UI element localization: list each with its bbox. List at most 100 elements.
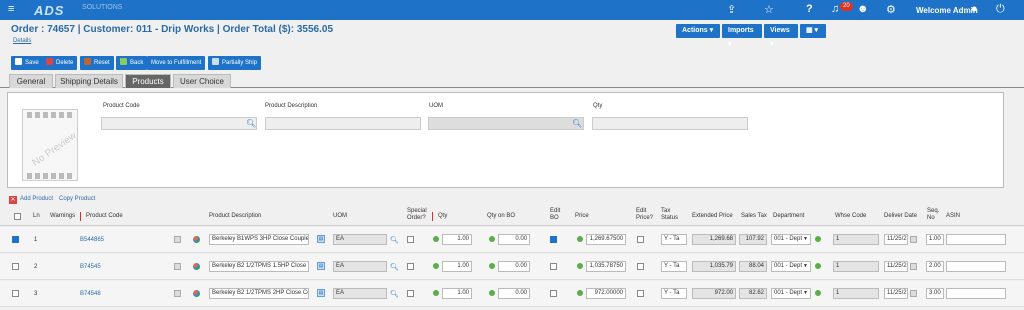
add-product-link[interactable]: Add Product (20, 196, 53, 202)
help-icon[interactable]: ? (806, 3, 813, 15)
asin-input[interactable] (946, 288, 1006, 299)
welcome-text[interactable]: Welcome Admin (916, 6, 978, 15)
product-description-input[interactable]: Berkeley B2 1/2TPMS 1.5HP Close Coup (209, 261, 309, 272)
special-order-checkbox[interactable] (407, 263, 414, 270)
imports-dropdown-button[interactable]: Imports ▾ (722, 24, 762, 48)
table-row[interactable]: 2 B74545 Berkeley B2 1/2TPMS 1.5HP Close… (0, 254, 1024, 280)
deliver-date-input[interactable]: 11/25/2 (884, 234, 908, 245)
price-status-icon (577, 236, 583, 242)
tab-shipping-details[interactable]: Shipping Details (55, 74, 123, 88)
tab-products[interactable]: Products (125, 74, 171, 88)
product-description-input[interactable]: Berkeley B1WPS 3HP Close Coupled P (209, 234, 309, 245)
asin-input[interactable] (946, 261, 1006, 272)
qty-input[interactable]: 1.00 (442, 261, 472, 272)
uom-search-icon[interactable]: 🔍︎ (572, 119, 582, 128)
uom-input[interactable] (428, 117, 584, 130)
product-description-input[interactable] (265, 117, 421, 130)
edit-price-checkbox[interactable] (637, 263, 644, 270)
product-description-input[interactable]: Berkeley B2 1/2TPMS 2HP Close Coup (209, 288, 309, 299)
uom-search-icon[interactable]: 🔍︎ (390, 263, 399, 271)
gear-icon[interactable]: ⚙ (886, 3, 896, 16)
users-icon[interactable]: ☻ (857, 3, 869, 15)
whse-code-field[interactable]: 1 (833, 261, 879, 272)
price-input[interactable]: 1,035.78750 (586, 261, 626, 272)
seq-no-input[interactable]: 3.00 (926, 288, 944, 299)
reset-button[interactable]: Reset (80, 56, 114, 70)
seq-no-input[interactable]: 1.00 (926, 234, 944, 245)
power-icon[interactable]: ⏻ (996, 3, 1005, 16)
qty-input[interactable]: 1.00 (442, 234, 472, 245)
row-ln: 2 (34, 264, 38, 270)
price-input[interactable]: 1,269.67500 (586, 234, 626, 245)
actions-dropdown-button[interactable]: Actions ▾ (676, 24, 720, 38)
product-code-link[interactable]: B74548 (80, 291, 101, 297)
uom-input[interactable]: EA (333, 288, 387, 299)
uom-input[interactable]: EA (333, 261, 387, 272)
tax-status-select[interactable]: Y - Ta▼ (661, 261, 687, 272)
price-input[interactable]: 972.00000 (586, 288, 626, 299)
tax-status-select[interactable]: Y - Ta▼ (661, 234, 687, 245)
table-row[interactable]: 1 B544865 Berkeley B1WPS 3HP Close Coupl… (0, 227, 1024, 253)
views-dropdown-button[interactable]: Views ▾ (764, 24, 798, 48)
tab-user-choice[interactable]: User Choice (173, 74, 231, 88)
qty-on-bo-input[interactable]: 0.00 (498, 261, 530, 272)
partially-ship-button[interactable]: Partially Ship (208, 56, 262, 70)
department-select[interactable]: 001 - Dept ▼ (771, 261, 811, 272)
tab-general[interactable]: General (9, 74, 53, 88)
move-to-fulfillment-button[interactable]: Move to Fulfillment (147, 56, 206, 70)
calendar-icon[interactable] (910, 263, 917, 270)
uom-search-icon[interactable]: 🔍︎ (390, 290, 399, 298)
seq-no-input[interactable]: 2.00 (926, 261, 944, 272)
deliver-date-input[interactable]: 11/25/2 (884, 261, 908, 272)
qty-on-bo-input[interactable]: 0.00 (498, 288, 530, 299)
product-code-search-icon[interactable]: 🔍︎ (246, 119, 256, 128)
bell-icon[interactable]: ♫ (831, 3, 839, 15)
product-detail-icon[interactable]: ▤ (317, 235, 325, 243)
deliver-date-input[interactable]: 11/25/2 (884, 288, 908, 299)
hamburger-menu-icon[interactable]: ≡ (8, 3, 14, 15)
department-select[interactable]: 001 - Dept ▼ (771, 234, 811, 245)
row-checkbox[interactable] (12, 263, 19, 270)
save-button[interactable]: Save (11, 56, 43, 70)
edit-bo-checkbox[interactable] (550, 263, 557, 270)
whse-code-field[interactable]: 1 (833, 288, 879, 299)
qty-input[interactable]: 1.00 (442, 288, 472, 299)
product-code-link[interactable]: B74545 (80, 264, 101, 270)
calendar-icon[interactable] (910, 290, 917, 297)
row-checkbox[interactable] (12, 236, 19, 243)
delete-button[interactable]: Delete (42, 56, 78, 70)
product-code-link[interactable]: B544865 (80, 237, 104, 243)
qty-input[interactable] (592, 117, 748, 130)
grid-dropdown-button[interactable]: ▦ ▾ (800, 24, 826, 38)
share-icon[interactable]: ⇪ (727, 3, 736, 16)
table-row[interactable]: 3 B74548 Berkeley B2 1/2TPMS 2HP Close C… (0, 281, 1024, 307)
add-product-icon[interactable]: ✕ (9, 196, 17, 204)
special-order-checkbox[interactable] (407, 290, 414, 297)
details-link[interactable]: Details (13, 38, 31, 44)
edit-price-checkbox[interactable] (637, 290, 644, 297)
edit-bo-checkbox[interactable] (550, 236, 557, 243)
calendar-icon[interactable] (910, 236, 917, 243)
product-detail-icon[interactable]: ▤ (317, 262, 325, 270)
col-whse-code: Whse Code (835, 213, 867, 219)
user-avatar-icon[interactable]: ● (971, 3, 978, 15)
whse-code-field[interactable]: 1 (833, 234, 879, 245)
star-icon[interactable]: ☆ (764, 3, 774, 16)
edit-price-checkbox[interactable] (637, 236, 644, 243)
tax-status-select[interactable]: Y - Ta▼ (661, 288, 687, 299)
back-button[interactable]: Back (116, 56, 148, 70)
department-select[interactable]: 001 - Dept ▼ (771, 288, 811, 299)
product-detail-icon[interactable]: ▤ (317, 289, 325, 297)
product-code-input[interactable] (101, 117, 257, 130)
copy-product-link[interactable]: Copy Product (59, 196, 95, 202)
uom-input[interactable]: EA (333, 234, 387, 245)
top-navigation-bar: ≡ ADS SOLUTIONS ⇪ ☆ ? ♫ 20 ☻ ⚙ Welcome A… (0, 0, 1024, 20)
uom-search-icon[interactable]: 🔍︎ (390, 236, 399, 244)
edit-bo-checkbox[interactable] (550, 290, 557, 297)
film-strip-top (27, 112, 75, 118)
row-checkbox[interactable] (12, 290, 19, 297)
qty-on-bo-input[interactable]: 0.00 (498, 234, 530, 245)
asin-input[interactable] (946, 234, 1006, 245)
select-all-checkbox[interactable] (14, 213, 21, 220)
special-order-checkbox[interactable] (407, 236, 414, 243)
